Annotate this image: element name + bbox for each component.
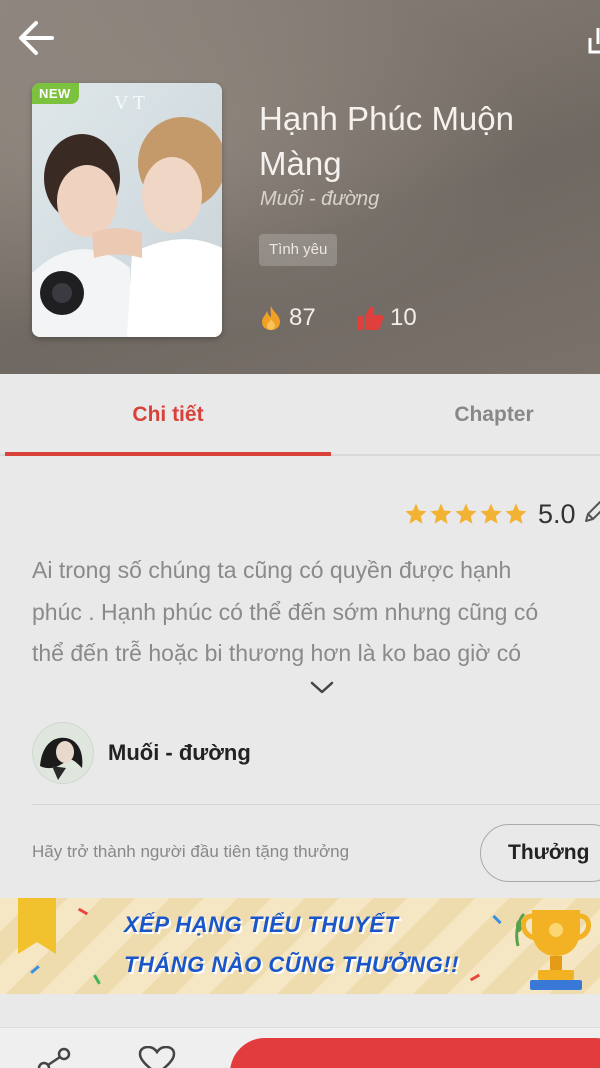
ranking-banner[interactable]: XẾP HẠNG TIỂU THUYẾT THÁNG NÀO CŨNG THƯỞ… xyxy=(0,898,600,994)
confetti xyxy=(93,974,101,985)
share-icon[interactable] xyxy=(586,24,600,58)
bottom-action-bar xyxy=(0,1027,600,1068)
star-icon xyxy=(505,503,527,524)
author-name: Muối - đường xyxy=(108,740,251,765)
confetti xyxy=(30,965,40,974)
new-badge: NEW xyxy=(32,83,79,104)
story-description: Ai trong số chúng ta cũng có quyền được … xyxy=(32,550,600,674)
edit-pencil-icon[interactable] xyxy=(582,497,600,527)
divider xyxy=(32,804,600,805)
genre-tag[interactable]: Tình yêu xyxy=(259,234,338,266)
back-arrow-icon[interactable] xyxy=(14,16,58,60)
reward-prompt: Hãy trở thành người đầu tiên tặng thưởng xyxy=(32,842,350,861)
ribbon-icon xyxy=(18,898,56,954)
star-icon xyxy=(405,503,427,524)
star-icon xyxy=(455,503,477,524)
cover-artwork: V T xyxy=(32,83,222,337)
tab-bar: Chi tiết Chapter xyxy=(0,374,600,456)
star-icon xyxy=(430,503,452,524)
reward-button[interactable]: Thưởng xyxy=(480,824,600,882)
fire-stat: 87 xyxy=(259,302,316,334)
author-row[interactable]: Muối - đường xyxy=(32,722,251,784)
fire-count: 87 xyxy=(289,304,316,331)
book-cover[interactable]: V T NEW xyxy=(32,83,222,337)
description-line: phúc . Hạnh phúc có thể đến sớm nhưng cũ… xyxy=(32,598,539,625)
active-tab-indicator xyxy=(5,452,331,456)
book-author[interactable]: Muối - đường xyxy=(260,188,379,211)
read-button[interactable] xyxy=(230,1038,600,1068)
tab-chapters[interactable]: Chapter xyxy=(331,374,600,456)
chevron-down-icon[interactable] xyxy=(310,676,334,700)
star-icon xyxy=(480,503,502,524)
thumbs-up-icon xyxy=(357,306,384,330)
description-line: thể đến trễ hoặc bi thương hơn là ko bao… xyxy=(32,640,522,666)
rating: 5.0 xyxy=(404,494,576,534)
banner-title: XẾP HẠNG TIỂU THUYẾT xyxy=(124,912,399,937)
share-icon[interactable] xyxy=(36,1046,72,1068)
confetti xyxy=(77,907,89,916)
heart-icon[interactable] xyxy=(137,1046,177,1068)
like-count: 10 xyxy=(390,304,417,331)
trophy-icon xyxy=(515,910,591,990)
description-line: Ai trong số chúng ta cũng có quyền được … xyxy=(32,557,512,583)
confetti xyxy=(469,973,481,982)
fire-icon xyxy=(262,306,280,330)
rating-stars xyxy=(404,502,528,526)
rating-value: 5.0 xyxy=(538,498,576,529)
book-title: Hạnh Phúc Muộn Màng xyxy=(259,100,514,182)
svg-text:V T: V T xyxy=(114,92,145,114)
book-header: V T NEW Hạnh Phúc Muộn Màng Muối - đường… xyxy=(0,0,600,374)
avatar xyxy=(32,722,94,784)
banner-subtitle: THÁNG NÀO CŨNG THƯỞNG!! xyxy=(124,952,459,977)
confetti xyxy=(492,914,502,925)
tab-details[interactable]: Chi tiết xyxy=(5,374,331,456)
like-stat[interactable]: 10 xyxy=(356,302,417,334)
